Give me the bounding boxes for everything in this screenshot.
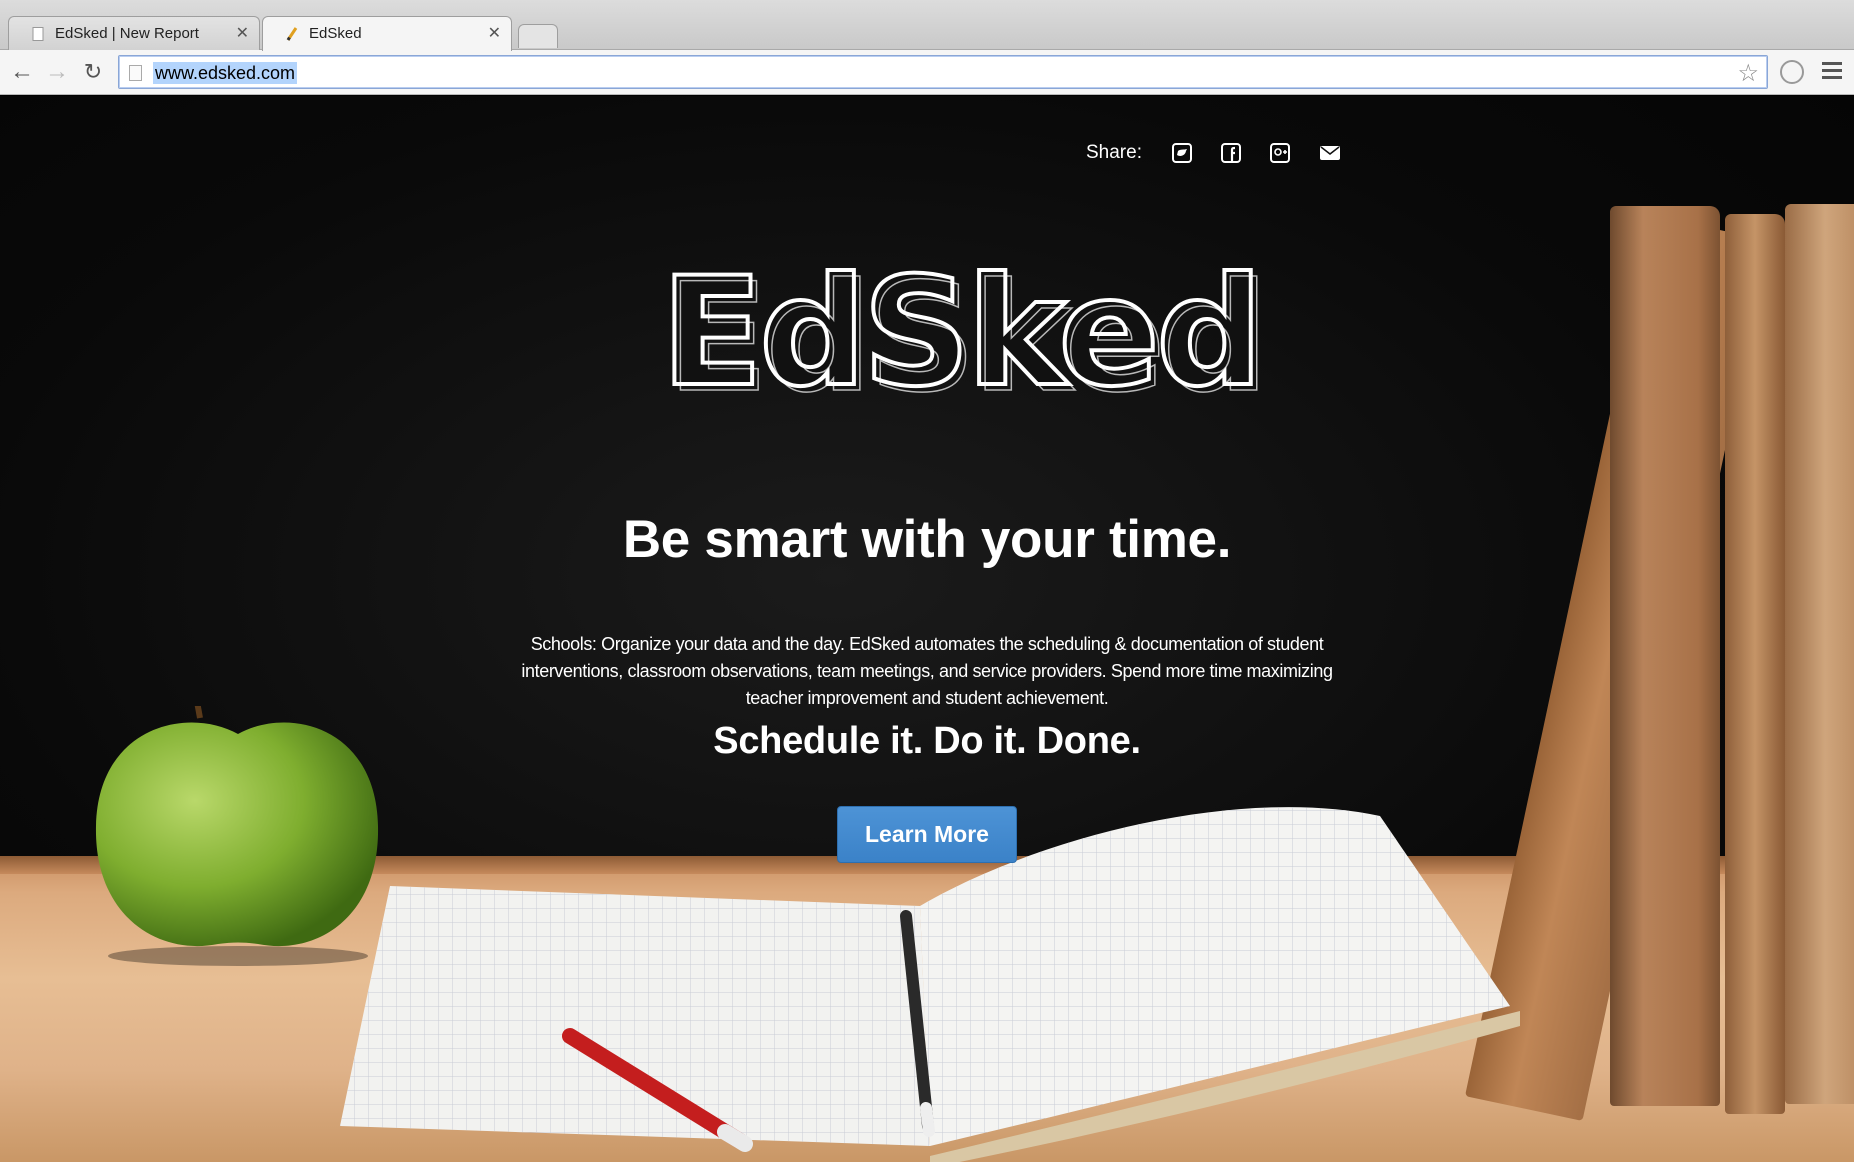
reload-icon[interactable]: ↻	[80, 59, 106, 85]
arrow-right-icon[interactable]: →	[44, 59, 70, 85]
email-icon[interactable]	[1319, 143, 1341, 163]
page-hero: Share: EdSked EdSked Be smart with your …	[0, 96, 1854, 1162]
share-label: Share:	[1086, 142, 1142, 163]
close-icon[interactable]: ✕	[236, 17, 249, 51]
address-bar[interactable]: www.edsked.com ☆	[118, 55, 1768, 89]
book	[1725, 214, 1785, 1114]
tab-new-report[interactable]: EdSked | New Report ✕	[8, 16, 260, 50]
star-icon[interactable]: ☆	[1737, 59, 1759, 88]
logo-text-shadow: EdSked	[667, 254, 1266, 414]
close-icon[interactable]: ✕	[488, 17, 501, 51]
learn-more-button[interactable]: Learn More	[837, 806, 1017, 863]
page-icon	[129, 65, 142, 81]
extension-icon[interactable]	[1780, 60, 1804, 84]
address-url[interactable]: www.edsked.com	[153, 62, 298, 84]
new-tab-button[interactable]	[518, 24, 558, 48]
page-description: Schools: Organize your data and the day.…	[521, 634, 1333, 708]
google-plus-icon[interactable]	[1269, 143, 1290, 163]
tab-strip: EdSked | New Report ✕ EdSked ✕	[0, 0, 1854, 51]
book	[1610, 206, 1720, 1106]
tab-edsked[interactable]: EdSked ✕	[262, 16, 512, 51]
hamburger-menu-icon[interactable]	[1822, 62, 1842, 80]
share-bar: Share:	[1086, 142, 1370, 164]
pencil-icon	[286, 27, 298, 41]
edsked-logo: EdSked EdSked	[659, 254, 1270, 414]
tab-title: EdSked | New Report	[55, 25, 199, 42]
tab-title: EdSked	[309, 25, 362, 42]
page-tagline: Schedule it. Do it. Done.	[713, 720, 1141, 762]
arrow-left-icon[interactable]: ←	[9, 59, 35, 85]
book	[1785, 204, 1854, 1104]
page-headline: Be smart with your time.	[622, 510, 1232, 569]
browser-toolbar: ← → ↻ www.edsked.com ☆	[0, 50, 1854, 95]
page-icon	[32, 27, 44, 41]
twitter-icon[interactable]	[1171, 143, 1192, 163]
facebook-icon[interactable]	[1220, 143, 1241, 163]
